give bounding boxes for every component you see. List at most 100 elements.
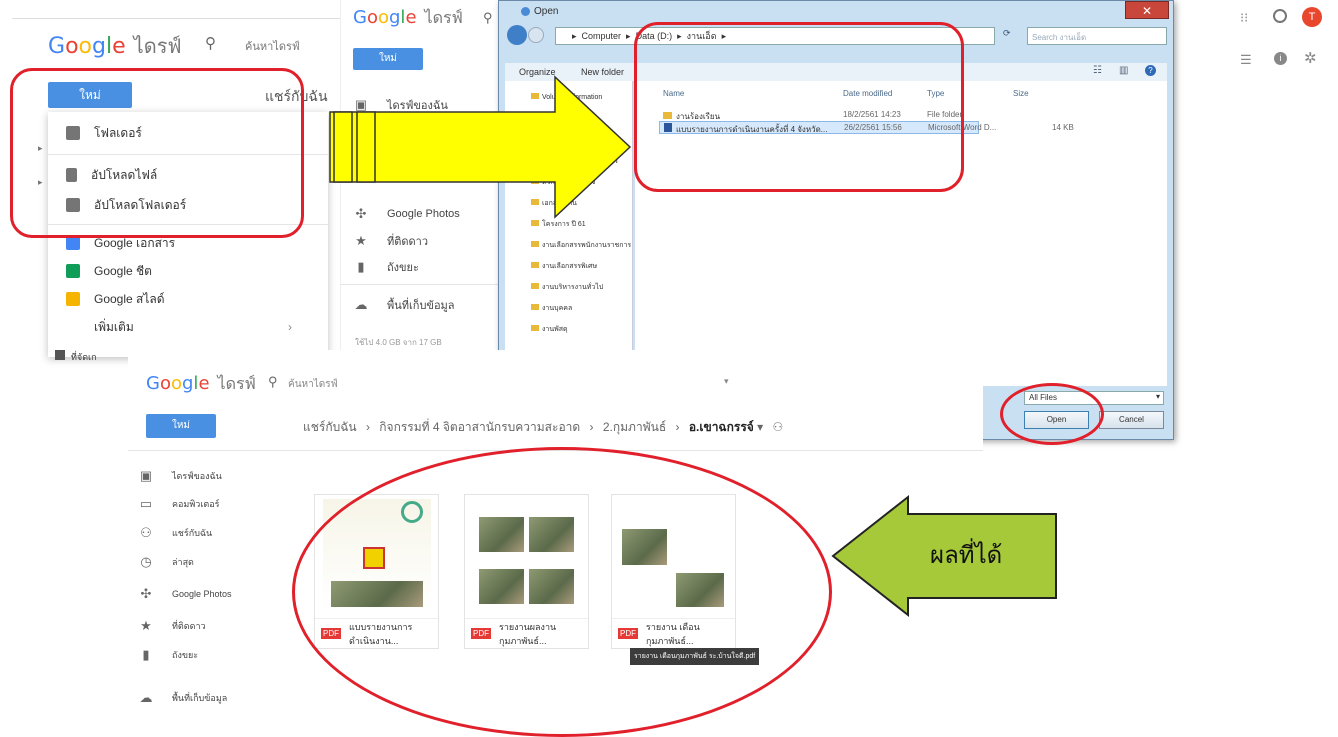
menu-item-sheets[interactable]: Google ชีต bbox=[48, 256, 308, 286]
column-size[interactable]: Size bbox=[1013, 89, 1029, 98]
search-input[interactable]: ค้นหาไดรฟ์ bbox=[245, 37, 300, 55]
breadcrumb-separator: › bbox=[675, 420, 680, 434]
tree-item[interactable]: งานบุคคล bbox=[531, 303, 572, 314]
close-button[interactable]: ✕ bbox=[1125, 1, 1169, 19]
drive-logo[interactable]: Google ไดรฟ์ bbox=[353, 6, 463, 31]
chevron-down-icon: ▾ bbox=[1155, 392, 1160, 401]
list-view-icon[interactable]: ☰ bbox=[1240, 52, 1252, 68]
chevron-right-icon: › bbox=[288, 320, 292, 334]
tree-item[interactable]: งานเลือกสรรพิเศษ bbox=[531, 261, 597, 272]
help-icon[interactable]: ? bbox=[1145, 65, 1156, 76]
search-icon[interactable]: ⚲ bbox=[483, 10, 493, 26]
sheets-icon bbox=[66, 264, 80, 278]
menu-item-slides[interactable]: Google สไลด์ bbox=[48, 284, 308, 314]
drive-logo[interactable]: Google ไดรฟ์ bbox=[48, 30, 182, 62]
avatar-letter: T bbox=[1308, 11, 1316, 23]
folder-icon bbox=[531, 241, 539, 247]
back-button[interactable] bbox=[507, 25, 527, 45]
dialog-title: Open bbox=[521, 6, 558, 17]
folder-icon bbox=[531, 283, 539, 289]
tree-item[interactable]: งานเลือกสรรพนักงานราชการ bbox=[531, 240, 631, 251]
highlight-result-files bbox=[292, 447, 832, 737]
folder-icon bbox=[531, 262, 539, 268]
nav-label: ถังขยะ bbox=[387, 262, 419, 274]
highlight-new-menu bbox=[10, 68, 304, 238]
trash-icon: ▮ bbox=[357, 259, 365, 274]
storage-stub: ที่จัดเก bbox=[55, 350, 97, 364]
highlight-file-list bbox=[634, 22, 964, 192]
nav-item[interactable]: ✣ Google Photos bbox=[138, 586, 232, 602]
nav-label: แชร์กับฉัน bbox=[172, 528, 213, 538]
breadcrumb-item[interactable]: 2.กุมภาพันธ์ bbox=[603, 420, 666, 434]
nav-starred[interactable]: ★ ที่ติดดาว bbox=[353, 232, 428, 250]
nav-label: ที่ติดดาว bbox=[172, 621, 206, 631]
computer-icon: ▭ bbox=[139, 496, 153, 511]
drive-logo[interactable]: Google ไดรฟ์ bbox=[146, 372, 256, 397]
dialog-search-input[interactable]: Search งานเอ็ด bbox=[1027, 27, 1167, 45]
star-icon: ★ bbox=[355, 233, 367, 248]
nav-label: พื้นที่เก็บข้อมูล bbox=[387, 300, 455, 312]
search-input[interactable]: ค้นหาไดรฟ์ bbox=[288, 377, 338, 392]
breadcrumb-item[interactable]: แชร์กับฉัน bbox=[303, 420, 357, 434]
tree-item-label: งานบุคคล bbox=[542, 305, 573, 312]
breadcrumb-item[interactable]: กิจกรรมที่ 4 จิตอาสานักรบความสะอาด bbox=[379, 420, 580, 434]
menu-item-label: Google ชีต bbox=[94, 263, 152, 278]
nav-label: คอมพิวเตอร์ bbox=[172, 499, 220, 509]
nav-label: Google Photos bbox=[172, 589, 232, 599]
info-icon[interactable]: i bbox=[1274, 52, 1287, 65]
nav-item[interactable]: ◷ ล่าสุด bbox=[138, 554, 194, 570]
nav-trash[interactable]: ▮ ถังขยะ bbox=[353, 258, 419, 276]
nav-item[interactable]: ▮ ถังขยะ bbox=[138, 647, 198, 663]
preview-pane-icon[interactable]: ▥ bbox=[1119, 65, 1128, 76]
path-arrow: ▸ bbox=[572, 30, 577, 41]
refresh-button[interactable]: ⟳ bbox=[1003, 28, 1011, 39]
nav-storage[interactable]: ☁ พื้นที่เก็บข้อมูล bbox=[353, 296, 455, 314]
new-button[interactable]: ใหม่ bbox=[353, 48, 423, 70]
cloud-icon: ☁ bbox=[139, 690, 153, 705]
menu-item-label: Google สไลด์ bbox=[94, 291, 165, 306]
nav-label: ที่ติดดาว bbox=[387, 236, 429, 248]
shared-people-icon[interactable]: ⚇ bbox=[773, 420, 784, 434]
nav-label: ล่าสุด bbox=[172, 557, 194, 567]
slides-icon bbox=[66, 292, 80, 306]
nav-item[interactable]: ☁ พื้นที่เก็บข้อมูล bbox=[138, 690, 228, 706]
tree-item-label: โครงการ ปี 61 bbox=[542, 221, 586, 228]
path-arrow: ▸ bbox=[626, 30, 631, 41]
breadcrumb-current[interactable]: อ.เขาฉกรรจ์ bbox=[689, 420, 754, 434]
chevron-down-icon: ▾ bbox=[757, 420, 764, 434]
cancel-button[interactable]: Cancel bbox=[1099, 411, 1164, 429]
nav-item[interactable]: ★ ที่ติดดาว bbox=[138, 618, 206, 634]
search-icon[interactable]: ⚲ bbox=[268, 374, 278, 390]
file-size: 14 KB bbox=[1052, 123, 1074, 132]
search-icon[interactable]: ⚲ bbox=[205, 34, 216, 52]
tree-item-label: งานบริหารงานทั่วไป bbox=[542, 284, 604, 291]
breadcrumb: แชร์กับฉัน › กิจกรรมที่ 4 จิตอาสานักรบคว… bbox=[303, 418, 783, 437]
star-icon: ★ bbox=[140, 618, 152, 633]
settings-icon[interactable]: ✲ bbox=[1304, 49, 1317, 67]
path-segment[interactable]: Computer bbox=[582, 31, 622, 41]
search-options-icon[interactable]: ▾ bbox=[724, 376, 729, 387]
trash-icon: ▮ bbox=[142, 647, 150, 662]
tree-item[interactable]: งานบริหารงานทั่วไป bbox=[531, 282, 603, 293]
menu-item-more[interactable]: เพิ่มเติม › bbox=[48, 312, 308, 342]
notifications-icon[interactable] bbox=[1273, 9, 1287, 23]
tree-item-label: งานพัสดุ bbox=[542, 326, 568, 333]
menu-item-label: เพิ่มเติม bbox=[94, 319, 134, 334]
result-label: ผลที่ได้ bbox=[930, 541, 1003, 569]
tree-item-label: งานเลือกสรรพนักงานราชการ bbox=[542, 242, 632, 249]
breadcrumb-separator: › bbox=[589, 420, 594, 434]
forward-button[interactable] bbox=[528, 27, 544, 43]
dialog-app-icon bbox=[521, 6, 530, 16]
divider bbox=[12, 18, 362, 19]
tree-item[interactable]: งานพัสดุ bbox=[531, 324, 568, 335]
breadcrumb-separator: › bbox=[365, 420, 370, 434]
nav-item[interactable]: ▣ ไดรฟ์ของฉัน bbox=[138, 468, 222, 484]
view-options-icon[interactable]: ☷ bbox=[1093, 65, 1102, 76]
new-button[interactable]: ใหม่ bbox=[146, 414, 216, 438]
nav-item[interactable]: ▭ คอมพิวเตอร์ bbox=[138, 496, 220, 512]
nav-label: ไดรฟ์ของฉัน bbox=[172, 471, 222, 481]
account-avatar-icon[interactable]: T bbox=[1302, 7, 1322, 27]
apps-icon[interactable]: ⁝⁝ bbox=[1240, 10, 1248, 26]
nav-item[interactable]: ⚇ แชร์กับฉัน bbox=[138, 525, 212, 541]
